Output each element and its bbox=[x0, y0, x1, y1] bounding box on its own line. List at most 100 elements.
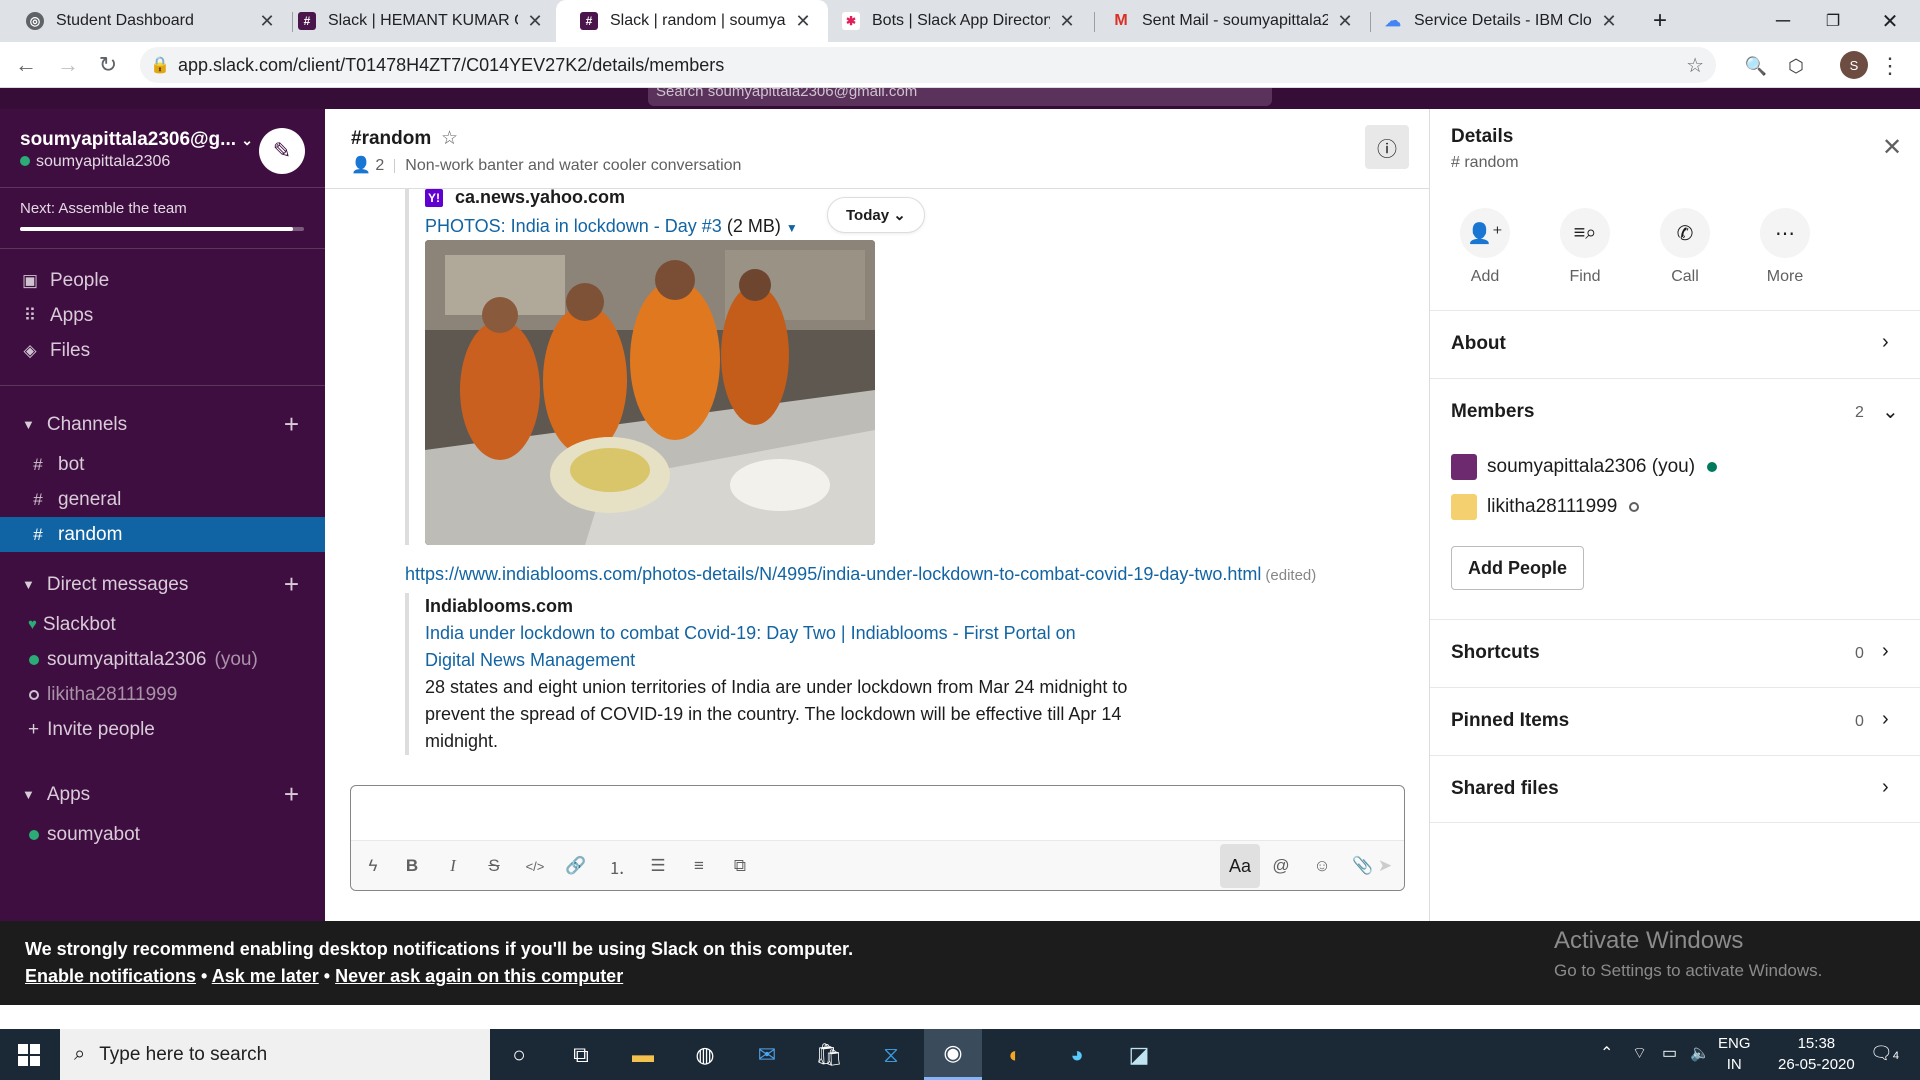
unfurl-title-link[interactable]: India under lockdown to combat Covid-19:… bbox=[425, 620, 1125, 674]
bookmark-star-icon[interactable]: ☆ bbox=[1686, 53, 1704, 78]
about-row[interactable]: About › bbox=[1430, 310, 1920, 378]
find-action[interactable]: ≡⌕ Find bbox=[1545, 208, 1625, 286]
sidebar-item-bot[interactable]: # bot bbox=[0, 447, 325, 482]
clock[interactable]: 15:38 26-05-2020 bbox=[1778, 1033, 1855, 1075]
emoji-icon[interactable]: ☺ bbox=[1306, 850, 1338, 882]
member-item[interactable]: likitha28111999 bbox=[1451, 493, 1640, 521]
address-bar[interactable]: 🔒 app.slack.com/client/T01478H4ZT7/C014Y… bbox=[140, 47, 1716, 83]
app-icon[interactable]: ◕ bbox=[1048, 1029, 1106, 1080]
browser-tab[interactable]: ◎ Student Dashboard ✕ bbox=[0, 0, 292, 42]
add-people-button[interactable]: Add People bbox=[1451, 546, 1585, 590]
sidebar-item-self-dm[interactable]: soumyapittala2306 (you) bbox=[0, 642, 325, 677]
add-action[interactable]: 👤⁺ Add bbox=[1445, 208, 1525, 286]
channels-section-header[interactable]: ▼ Channels + bbox=[0, 407, 325, 442]
ask-later-link[interactable]: Ask me later bbox=[212, 966, 319, 986]
close-icon[interactable]: ✕ bbox=[1056, 11, 1078, 32]
code-icon[interactable]: </> bbox=[519, 850, 551, 882]
vscode-icon[interactable]: ⧖ bbox=[862, 1029, 920, 1080]
close-icon[interactable]: ✕ bbox=[792, 11, 814, 32]
zoom-icon[interactable]: 🔍 bbox=[1742, 52, 1770, 80]
more-action[interactable]: ⋯ More bbox=[1745, 208, 1825, 286]
sidebar-item-likitha[interactable]: likitha28111999 bbox=[0, 677, 325, 712]
file-explorer-icon[interactable]: ▬ bbox=[614, 1029, 672, 1080]
bold-icon[interactable]: B bbox=[396, 850, 428, 882]
sidebar-item-general[interactable]: # general bbox=[0, 482, 325, 517]
italic-icon[interactable]: I bbox=[437, 850, 469, 882]
sidebar-item-people[interactable]: ▣ People bbox=[0, 263, 325, 298]
bulleted-list-icon[interactable]: ☰ bbox=[642, 850, 674, 882]
browser-tab[interactable]: ✱ Bots | Slack App Directory ✕ bbox=[828, 0, 1092, 42]
start-button[interactable] bbox=[0, 1029, 58, 1080]
sidebar-item-soumyabot[interactable]: soumyabot bbox=[0, 817, 325, 852]
sidebar-item-random[interactable]: # random bbox=[0, 517, 325, 552]
store-icon[interactable]: 🛍 bbox=[800, 1029, 858, 1080]
link-icon[interactable]: 🔗 bbox=[560, 850, 592, 882]
add-dm-icon[interactable]: + bbox=[284, 569, 299, 600]
photo-link[interactable]: PHOTOS: India in lockdown - Day #3 bbox=[425, 216, 722, 236]
add-app-icon[interactable]: + bbox=[284, 779, 299, 810]
close-icon[interactable]: ✕ bbox=[1598, 11, 1620, 32]
mention-icon[interactable]: @ bbox=[1265, 850, 1297, 882]
lockdown-photo[interactable] bbox=[425, 240, 875, 545]
back-arrow-icon[interactable]: ← bbox=[10, 50, 42, 80]
browser-tab[interactable]: # Slack | HEMANT KUMAR GAR ✕ bbox=[270, 0, 560, 42]
enable-notifications-link[interactable]: Enable notifications bbox=[25, 966, 196, 986]
ordered-list-icon[interactable]: ⒈ bbox=[601, 850, 633, 882]
channel-details-button[interactable]: ⓘ bbox=[1365, 125, 1409, 169]
browser-icon[interactable]: ◐ bbox=[986, 1029, 1044, 1080]
chrome-menu-icon[interactable]: ⋮ bbox=[1876, 52, 1904, 80]
task-view-icon[interactable]: ⧉ bbox=[552, 1029, 610, 1080]
shortcuts-row[interactable]: Shortcuts 0 › bbox=[1430, 619, 1920, 687]
send-icon[interactable]: ➤ bbox=[1369, 850, 1401, 882]
star-icon[interactable]: ☆ bbox=[441, 127, 458, 150]
channel-topic[interactable]: Non-work banter and water cooler convers… bbox=[405, 157, 741, 174]
app-icon[interactable]: ◍ bbox=[676, 1029, 734, 1080]
wifi-icon[interactable]: ⌔ bbox=[1632, 1043, 1647, 1063]
notification-center-icon[interactable]: 🗨4 bbox=[1870, 1043, 1899, 1064]
never-ask-link[interactable]: Never ask again on this computer bbox=[335, 966, 623, 986]
caret-down-icon[interactable]: ▼ bbox=[786, 221, 798, 235]
search-input[interactable]: Search soumyapittala2306@gmail.com bbox=[648, 88, 1272, 106]
restore-button[interactable]: ❐ bbox=[1803, 0, 1863, 42]
mail-icon[interactable]: ✉ bbox=[738, 1029, 796, 1080]
message-composer[interactable]: ϟ B I S </> 🔗 ⒈ ☰ ≡ ⧉ Aa @ ☺ 📎 ➤ bbox=[350, 785, 1405, 891]
next-step-label[interactable]: Next: Assemble the team bbox=[20, 200, 187, 217]
sidebar-item-apps[interactable]: ⠿ Apps bbox=[0, 298, 325, 333]
compose-button[interactable]: ✎ bbox=[259, 128, 305, 174]
strikethrough-icon[interactable]: S bbox=[478, 850, 510, 882]
members-row[interactable]: Members 2 ⌄ bbox=[1430, 378, 1920, 446]
sidebar-item-slackbot[interactable]: ♥ Slackbot bbox=[0, 607, 325, 642]
message-url-link[interactable]: https://www.indiablooms.com/photos-detai… bbox=[405, 564, 1261, 584]
invite-people-link[interactable]: + Invite people bbox=[0, 712, 325, 747]
volume-icon[interactable]: 🔈 bbox=[1690, 1043, 1710, 1063]
member-icon[interactable]: 👤 bbox=[351, 157, 371, 174]
new-tab-button[interactable]: + bbox=[1640, 0, 1680, 42]
cortana-icon[interactable]: ○ bbox=[490, 1029, 548, 1080]
forward-arrow-icon[interactable]: → bbox=[52, 50, 84, 80]
member-count[interactable]: 2 bbox=[375, 157, 384, 174]
add-channel-icon[interactable]: + bbox=[284, 409, 299, 440]
browser-tab-active[interactable]: # Slack | random | soumyapitta ✕ bbox=[556, 0, 828, 42]
profile-avatar[interactable]: S bbox=[1840, 51, 1868, 79]
extension-icon[interactable]: ⬡ bbox=[1782, 52, 1810, 80]
chrome-icon[interactable]: ◉ bbox=[924, 1029, 982, 1080]
shortcuts-lightning-icon[interactable]: ϟ bbox=[357, 850, 389, 882]
browser-tab[interactable]: ☁ Service Details - IBM Cloud ✕ bbox=[1372, 0, 1634, 42]
chevron-up-icon[interactable]: ⌃ bbox=[1600, 1043, 1613, 1063]
shared-files-row[interactable]: Shared files › bbox=[1430, 755, 1920, 823]
sidebar-item-files[interactable]: ◈ Files bbox=[0, 333, 325, 368]
close-icon[interactable]: ✕ bbox=[524, 11, 546, 32]
app-icon[interactable]: ◪ bbox=[1110, 1029, 1168, 1080]
taskbar-search[interactable]: ⌕ Type here to search bbox=[60, 1029, 490, 1080]
formatting-toggle-button[interactable]: Aa bbox=[1220, 844, 1260, 888]
close-icon[interactable]: ✕ bbox=[1882, 133, 1902, 162]
workspace-name[interactable]: soumyapittala2306@g... ⌄ bbox=[20, 129, 253, 151]
member-item[interactable]: soumyapittala2306 (you) bbox=[1451, 453, 1718, 481]
call-action[interactable]: ✆ Call bbox=[1645, 208, 1725, 286]
apps-section-header[interactable]: ▼ Apps + bbox=[0, 777, 325, 812]
browser-tab[interactable]: M Sent Mail - soumyapittala230 ✕ bbox=[1096, 0, 1370, 42]
close-icon[interactable]: ✕ bbox=[1334, 11, 1356, 32]
blockquote-icon[interactable]: ≡ bbox=[683, 850, 715, 882]
language-indicator[interactable]: ENG IN bbox=[1718, 1033, 1751, 1075]
code-block-icon[interactable]: ⧉ bbox=[724, 850, 756, 882]
